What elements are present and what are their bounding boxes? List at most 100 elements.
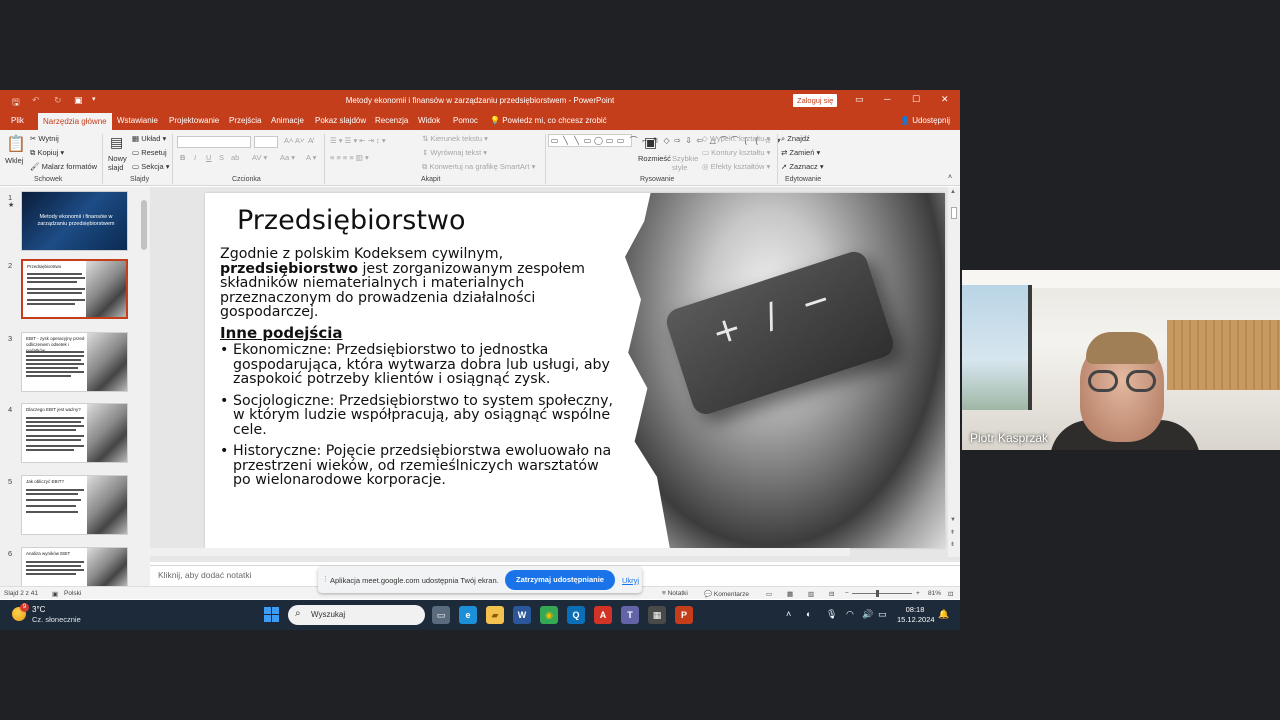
file-explorer-icon[interactable]: ▰	[486, 606, 504, 624]
reset-button[interactable]: ▭ Resetuj	[132, 148, 167, 157]
zoom-out-icon[interactable]: −	[845, 590, 849, 597]
notes-toggle[interactable]: ≡ Notatki	[662, 590, 688, 597]
paste-button[interactable]: Wklej	[5, 156, 23, 165]
paste-icon[interactable]: 📋	[6, 134, 26, 154]
zoom-slider-thumb[interactable]	[876, 590, 879, 597]
pdf-icon[interactable]: A	[594, 606, 612, 624]
text-direction-button[interactable]: ⇅ Kierunek tekstu ▾	[422, 134, 488, 143]
clear-formatting-icon[interactable]: A̸	[308, 136, 313, 145]
shape-outline-button[interactable]: ▭ Kontury kształtu ▾	[702, 148, 770, 157]
fit-slide-icon[interactable]: ⊡	[948, 590, 953, 598]
hide-banner-link[interactable]: Ukryj	[622, 576, 639, 585]
microphone-icon[interactable]: 🎙	[826, 609, 837, 620]
task-view-icon[interactable]: ▭	[432, 606, 450, 624]
previous-slide-icon[interactable]: ⇞	[950, 529, 955, 536]
underline-button[interactable]: U	[206, 153, 211, 162]
font-size-input[interactable]	[254, 136, 278, 148]
word-icon[interactable]: W	[513, 606, 531, 624]
powerpoint-icon[interactable]: P	[675, 606, 693, 624]
thumbnail-slide-5[interactable]: Jak obliczyć EBIT?	[21, 475, 128, 535]
font-color-icon[interactable]: A ▾	[306, 153, 316, 162]
next-slide-icon[interactable]: ⇟	[950, 541, 955, 548]
tab-file[interactable]: Plik	[6, 115, 29, 130]
start-button[interactable]	[264, 607, 279, 622]
meet-tray-icon[interactable]: ◐	[806, 609, 811, 619]
minimize-button[interactable]: ─	[884, 94, 890, 104]
scroll-up-icon[interactable]: ▲	[950, 189, 956, 195]
undo-icon[interactable]: ↶	[32, 95, 40, 106]
collapse-ribbon-icon[interactable]: ˄	[948, 174, 952, 181]
customize-toolbar-icon[interactable]: ▾	[92, 95, 96, 103]
clock[interactable]: 08:18 15.12.2024	[897, 605, 935, 625]
chrome-icon[interactable]: ◉	[540, 606, 558, 624]
normal-view-icon[interactable]: ▭	[766, 590, 772, 598]
zoom-slider[interactable]	[852, 593, 912, 594]
notification-bell-icon[interactable]: 🔔	[938, 609, 949, 620]
tab-design[interactable]: Projektowanie	[164, 115, 224, 130]
save-icon[interactable]: 🖫	[12, 95, 20, 111]
thumbnail-slide-3[interactable]: EBIT - zysk operacyjny przed odliczeniem…	[21, 332, 128, 392]
scrollbar-thumb[interactable]	[141, 200, 147, 250]
smartart-button[interactable]: ⧉ Konwertuj na grafikę SmartArt ▾	[422, 162, 535, 172]
layout-button[interactable]: ▦ Układ ▾	[132, 134, 166, 143]
tab-transitions[interactable]: Przejścia	[224, 115, 266, 130]
teams-icon[interactable]: T	[621, 606, 639, 624]
copy-button[interactable]: ⧉ Kopiuj ▾	[30, 148, 64, 158]
zoom-level[interactable]: 81%	[928, 590, 941, 597]
wifi-icon[interactable]: ◠	[846, 609, 854, 620]
slide-scrollbar[interactable]: ▲ ▼ ⇞ ⇟	[948, 187, 960, 557]
section-button[interactable]: ▭ Sekcja ▾	[132, 162, 170, 171]
slide-title[interactable]: Przedsiębiorstwo	[237, 205, 466, 236]
thumbnail-slide-2[interactable]: Przedsiębiorstwo	[21, 259, 128, 319]
char-spacing-icon[interactable]: AV ▾	[252, 153, 267, 162]
zoom-in-icon[interactable]: +	[916, 590, 920, 597]
thumbnail-slide-6[interactable]: Analiza wyników EBIT	[21, 547, 128, 587]
format-painter-button[interactable]: 🖌 Malarz formatów	[30, 162, 97, 171]
thumbnail-slide-4[interactable]: Dlaczego EBIT jest ważny?	[21, 403, 128, 463]
find-button[interactable]: ⌕ Znajdź	[781, 134, 810, 144]
shape-fill-button[interactable]: ◇ Wypełn. kształtu ▾	[702, 134, 770, 143]
edge-icon[interactable]: e	[459, 606, 477, 624]
close-button[interactable]: ✕	[941, 94, 949, 105]
new-slide-icon[interactable]: ▤	[110, 134, 123, 151]
shadow-button[interactable]: S	[219, 153, 224, 162]
scrollbar-thumb[interactable]	[951, 207, 957, 219]
slideshow-start-icon[interactable]: ▣	[74, 95, 83, 106]
tab-help[interactable]: Pomoc	[448, 115, 483, 130]
login-button[interactable]: Zaloguj się	[793, 94, 838, 107]
align-icons[interactable]: ≡ ≡ ≡ ≡ ▥ ▾	[330, 153, 369, 162]
cut-button[interactable]: ✂ Wytnij	[30, 134, 59, 143]
spellcheck-icon[interactable]: ▣	[52, 590, 58, 598]
battery-icon[interactable]: ▭	[878, 609, 887, 620]
new-slide-button[interactable]: Nowy slajd	[108, 154, 130, 172]
comments-toggle[interactable]: 💬 Komentarze	[704, 590, 749, 598]
stop-sharing-button[interactable]: Zatrzymaj udostępnianie	[505, 570, 615, 590]
align-text-button[interactable]: ⇕ Wyrównaj tekst ▾	[422, 148, 487, 157]
arrange-icon[interactable]: ▣	[644, 134, 657, 151]
ribbon-display-options-icon[interactable]: ▭	[855, 94, 864, 105]
thumbnail-slide-1[interactable]: Metody ekonomii i finansów w zarządzaniu…	[21, 191, 128, 251]
participant-video-tile[interactable]: Piotr Kasprzak	[962, 270, 1280, 450]
italic-button[interactable]: I	[194, 153, 196, 162]
tab-review[interactable]: Recenzja	[370, 115, 413, 130]
shape-effects-button[interactable]: ◎ Efekty kształtów ▾	[702, 162, 770, 171]
change-case-icon[interactable]: Aa ▾	[280, 153, 295, 162]
volume-icon[interactable]: 🔊	[862, 609, 873, 620]
current-slide[interactable]: + / − Przedsiębiorstwo Zgodnie z polskim…	[205, 193, 945, 548]
tab-animations[interactable]: Animacje	[266, 115, 309, 130]
horizontal-scrollbar[interactable]	[150, 548, 850, 556]
font-name-input[interactable]	[177, 136, 251, 148]
strikethrough-button[interactable]: ab	[231, 153, 239, 162]
tab-home[interactable]: Narzędzia główne	[38, 113, 112, 130]
scroll-down-icon[interactable]: ▼	[950, 517, 956, 523]
quick-styles-button[interactable]: Szybkie style	[672, 154, 698, 172]
language-label[interactable]: Polski	[64, 590, 81, 597]
font-size-controls-icon[interactable]: A˄ A˅	[284, 136, 304, 145]
maximize-button[interactable]: ☐	[912, 94, 920, 105]
bullets-icon[interactable]: ☰ ▾ ☰ ▾ ⇤ ⇥ ↕ ▾	[330, 136, 386, 145]
bold-button[interactable]: B	[180, 153, 185, 162]
replace-button[interactable]: ⇄ Zamień ▾	[781, 148, 820, 157]
tray-overflow-icon[interactable]: ˄	[786, 609, 791, 619]
tab-slideshow[interactable]: Pokaz slajdów	[310, 115, 371, 130]
slide-sorter-icon[interactable]: ▦	[787, 590, 793, 598]
